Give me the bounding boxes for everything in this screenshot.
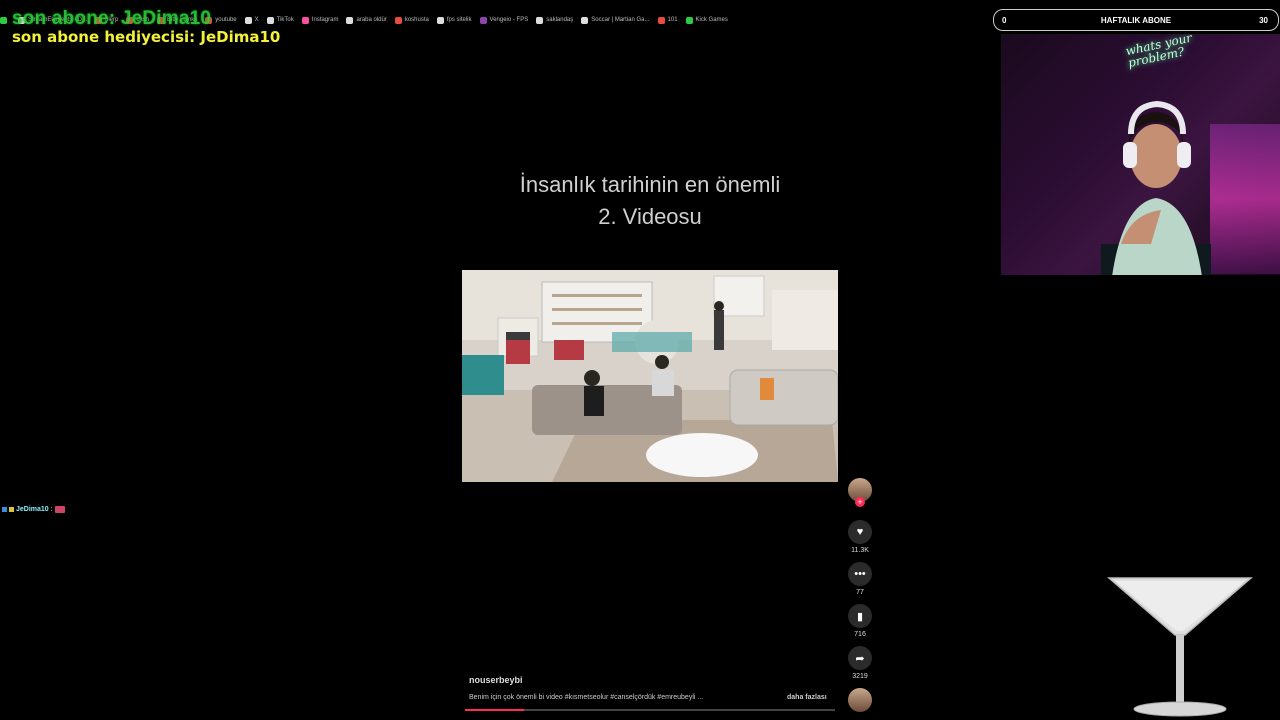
favicon-icon xyxy=(657,16,665,24)
bookmark-icon: ▮ xyxy=(856,610,864,623)
bookmark-label: saklandaş xyxy=(546,17,574,23)
martini-glass-overlay xyxy=(1106,577,1254,717)
bookmark-label: Soccar | Martian Ga... xyxy=(591,17,650,23)
favicon-icon xyxy=(536,16,544,24)
like-button[interactable]: ♥ xyxy=(848,520,872,544)
like-count: 11.3K xyxy=(851,547,869,554)
creator-avatar-column: + xyxy=(847,478,873,507)
share-arrow-icon: ➦ xyxy=(855,652,865,665)
neon-sign: whats your problem? xyxy=(1124,34,1194,71)
bookmark-item[interactable]: saklandaş xyxy=(536,16,574,24)
favicon-icon xyxy=(394,16,402,24)
bookmark-item[interactable]: Instagram xyxy=(301,16,339,24)
favicon-icon xyxy=(301,16,309,24)
gift-badge-icon xyxy=(9,507,14,512)
goal-target: 30 xyxy=(1259,15,1268,25)
bookmark-label: youtube xyxy=(215,17,237,23)
chat-separator: : xyxy=(50,506,53,513)
comment-button[interactable]: ••• xyxy=(848,562,872,586)
emote-icon xyxy=(54,506,65,513)
bookmark-label: araba oldür xyxy=(356,17,387,23)
bookmark-item[interactable]: Vengeio - FPS xyxy=(479,16,529,24)
favicon-icon xyxy=(346,16,354,24)
video-caption: Benim için çok önemli bi video #kısmetse… xyxy=(469,694,704,701)
bookmark-label: X xyxy=(254,17,259,23)
bookmark-item[interactable]: 101 xyxy=(657,16,678,24)
save-group: ▮ 716 xyxy=(847,604,873,638)
bookmark-item[interactable]: Kick Games xyxy=(685,16,728,24)
favicon-icon xyxy=(581,16,589,24)
favicon-icon xyxy=(436,16,444,24)
chat-message: JeDima10 : xyxy=(2,506,65,513)
progress-fill xyxy=(465,709,525,711)
like-group: ♥ 11.3K xyxy=(847,520,873,554)
comment-count: 77 xyxy=(856,589,864,596)
weekly-sub-goal: 0 HAFTALIK ABONE 30 xyxy=(993,9,1279,31)
bookmark-label: TikTok xyxy=(276,17,294,23)
bookmark-item[interactable]: TikTok xyxy=(266,16,294,24)
bookmark-label: Instagram xyxy=(311,17,339,23)
bookmark-item[interactable]: Soccar | Martian Ga... xyxy=(581,16,650,24)
video-username[interactable]: nouserbeybi xyxy=(469,675,523,685)
bookmark-label: koshusta xyxy=(404,17,429,23)
streamer-silhouette xyxy=(1101,100,1211,275)
bookmark-label: Vengeio - FPS xyxy=(489,17,529,23)
favicon-icon xyxy=(685,16,693,24)
bookmark-label: fps sitelik xyxy=(446,17,472,23)
last-subscriber-alert: son abone: JeDima10 xyxy=(12,8,212,29)
video-title-line2: 2. Videosu xyxy=(598,204,702,229)
follow-plus-icon[interactable]: + xyxy=(855,497,865,507)
music-disc-column xyxy=(847,688,873,712)
more-link[interactable]: daha fazlası xyxy=(787,694,827,701)
bookmark-item[interactable]: X xyxy=(244,16,259,24)
favicon-icon xyxy=(266,16,274,24)
chat-username: JeDima10 xyxy=(16,506,49,513)
comment-group: ••• 77 xyxy=(847,562,873,596)
bookmark-label: Kick Games xyxy=(695,17,728,23)
last-sub-gifter: son abone hediyecisi: JeDima10 xyxy=(12,28,281,46)
goal-label: HAFTALIK ABONE xyxy=(1100,15,1172,25)
rgb-light xyxy=(1210,124,1280,274)
favicon-icon xyxy=(244,16,252,24)
bookmark-item[interactable] xyxy=(0,16,10,24)
bookmark-item[interactable]: araba oldür xyxy=(346,16,387,24)
sub-badge-icon xyxy=(2,507,7,512)
share-button[interactable]: ➦ xyxy=(848,646,872,670)
video-progress-bar[interactable] xyxy=(465,709,835,711)
share-count: 3219 xyxy=(852,673,868,680)
webcam-feed: whats your problem? xyxy=(1001,34,1280,275)
favicon-icon xyxy=(0,16,7,24)
comment-icon: ••• xyxy=(854,568,866,580)
heart-icon: ♥ xyxy=(856,526,864,538)
share-group: ➦ 3219 xyxy=(847,646,873,680)
creator-avatar[interactable]: + xyxy=(848,478,872,507)
video-frame[interactable] xyxy=(462,270,838,482)
bookmark-label: 101 xyxy=(667,17,678,23)
living-room-scene xyxy=(462,270,838,482)
save-button[interactable]: ▮ xyxy=(848,604,872,628)
video-title-line1: İnsanlık tarihinin en önemli xyxy=(519,172,781,197)
favicon-icon xyxy=(479,16,487,24)
save-count: 716 xyxy=(854,631,866,638)
music-disc-icon[interactable] xyxy=(848,688,872,712)
bookmark-item[interactable]: fps sitelik xyxy=(436,16,472,24)
bookmark-item[interactable]: koshusta xyxy=(394,16,429,24)
